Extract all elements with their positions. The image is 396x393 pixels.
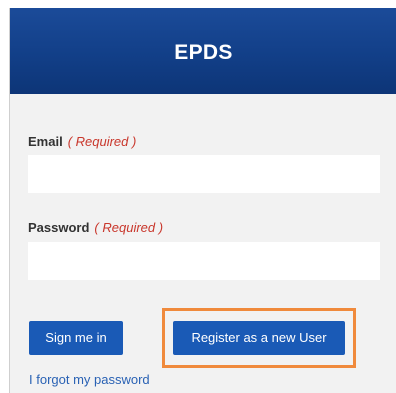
email-required-note: ( Required ) <box>67 134 137 149</box>
register-button[interactable]: Register as a new User <box>173 321 345 355</box>
sign-in-button[interactable]: Sign me in <box>29 321 123 355</box>
email-field[interactable] <box>28 155 380 193</box>
login-card: EPDS Email ( Required ) Password ( Require… <box>9 8 396 393</box>
forgot-password-link[interactable]: I forgot my password <box>29 372 150 387</box>
header-bar: EPDS <box>10 8 396 94</box>
password-field[interactable] <box>28 242 380 280</box>
password-required-note: ( Required ) <box>94 220 164 235</box>
email-label: Email ( Required ) <box>28 134 136 149</box>
password-label: Password ( Required ) <box>28 220 163 235</box>
email-label-text: Email <box>28 134 63 149</box>
password-label-text: Password <box>28 220 90 235</box>
app-title: EPDS <box>174 41 233 64</box>
